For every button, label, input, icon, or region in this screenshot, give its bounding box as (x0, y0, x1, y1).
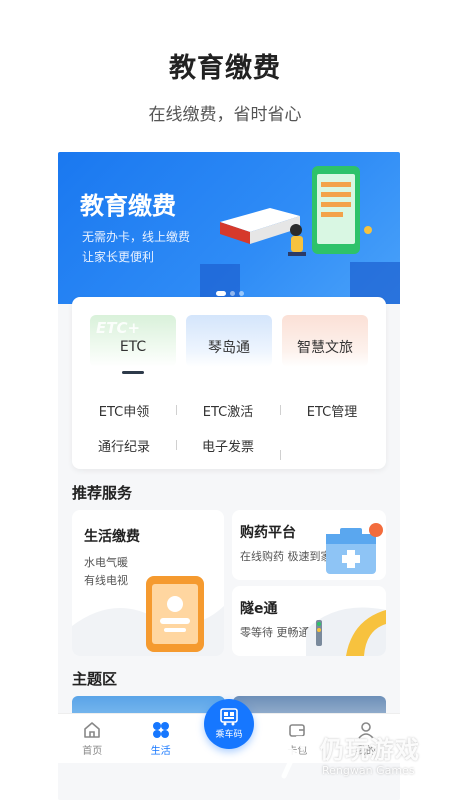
pharmacy-platform-card[interactable]: 购药平台 在线购药 极速到家 (232, 510, 386, 580)
tab-qindaotong-label: 琴岛通 (208, 340, 250, 356)
watermark-logo-icon (273, 731, 312, 779)
etc-manage-link[interactable]: ETC管理 (280, 401, 384, 420)
banner-subtitle-2: 让家长更便利 (82, 250, 155, 264)
pagination-dot-1[interactable] (216, 291, 226, 296)
etc-apply-link[interactable]: ETC申领 (72, 401, 176, 420)
service-tabs: ETC+ ETC 琴岛通 智慧文旅 (90, 315, 368, 367)
watermark-en-text: Rengwan Games (322, 764, 415, 777)
tab-etc-label: ETC (119, 339, 147, 355)
e-invoice-link[interactable]: 电子发票 (176, 436, 280, 455)
banner-title: 教育缴费 (80, 192, 176, 220)
tab-home-label: 首页 (82, 746, 103, 757)
tab-life[interactable]: 生活 (126, 714, 194, 763)
etc-card: ETC+ ETC 琴岛通 智慧文旅 ETC申领 ETC激活 ETC管理 通行纪录… (72, 297, 386, 469)
banner[interactable]: 教育缴费 无需办卡，线上缴费 让家长更便利 (58, 152, 400, 304)
promo-subline: 在线缴费，省时省心 (148, 105, 302, 125)
ride-code-label: 乘车码 (215, 730, 243, 740)
tab-qindaotong[interactable]: 琴岛通 (186, 315, 272, 367)
life-payment-card[interactable]: 生活缴费 水电气暖 有线电视 (72, 510, 224, 656)
tunnel-etong-card[interactable]: 隧e通 零等待 更畅通 (232, 586, 386, 656)
site-watermark: 仍玩游戏 Rengwan Games (272, 726, 442, 786)
tab-active-indicator (122, 371, 144, 374)
medical-kit-icon (326, 523, 383, 574)
tunnel-desc: 零等待 更畅通 (240, 626, 310, 639)
tab-smart-tourism-label: 智慧文旅 (297, 340, 353, 356)
etc-service-grid: ETC申领 ETC激活 ETC管理 通行纪录 电子发票 (72, 393, 386, 463)
ride-code-button[interactable]: 乘车码 (204, 699, 254, 749)
pagination-dot-3[interactable] (239, 291, 244, 296)
phone-payment-illustration (72, 576, 224, 656)
education-illustration (200, 166, 400, 304)
life-payment-title: 生活缴费 (84, 529, 140, 545)
tab-life-label: 生活 (150, 746, 171, 757)
road-traffic-icon (306, 607, 386, 656)
grid-clover-icon (152, 722, 169, 738)
banner-subtitle-1: 无需办卡，线上缴费 (82, 230, 191, 244)
tab-home[interactable]: 首页 (58, 714, 126, 763)
tab-etc[interactable]: ETC+ ETC (90, 315, 176, 367)
tab-smart-tourism[interactable]: 智慧文旅 (282, 315, 368, 367)
qr-bus-icon (220, 708, 238, 726)
phone-screen: 教育缴费 无需办卡，线上缴费 让家长更便利 ETC+ ETC 琴岛通 智慧文旅 … (58, 152, 400, 800)
promo-headline: 教育缴费 (169, 53, 281, 84)
theme-section-title: 主题区 (72, 670, 118, 688)
travel-record-link[interactable]: 通行纪录 (72, 436, 176, 455)
banner-pagination (216, 291, 244, 296)
home-icon (84, 722, 101, 738)
tunnel-title: 隧e通 (240, 601, 278, 617)
etc-activate-link[interactable]: ETC激活 (176, 401, 280, 420)
recommended-section-title: 推荐服务 (72, 484, 133, 502)
watermark-cn-text: 仍玩游戏 (320, 736, 420, 764)
pharmacy-title: 购药平台 (240, 525, 296, 541)
pagination-dot-2[interactable] (230, 291, 235, 296)
